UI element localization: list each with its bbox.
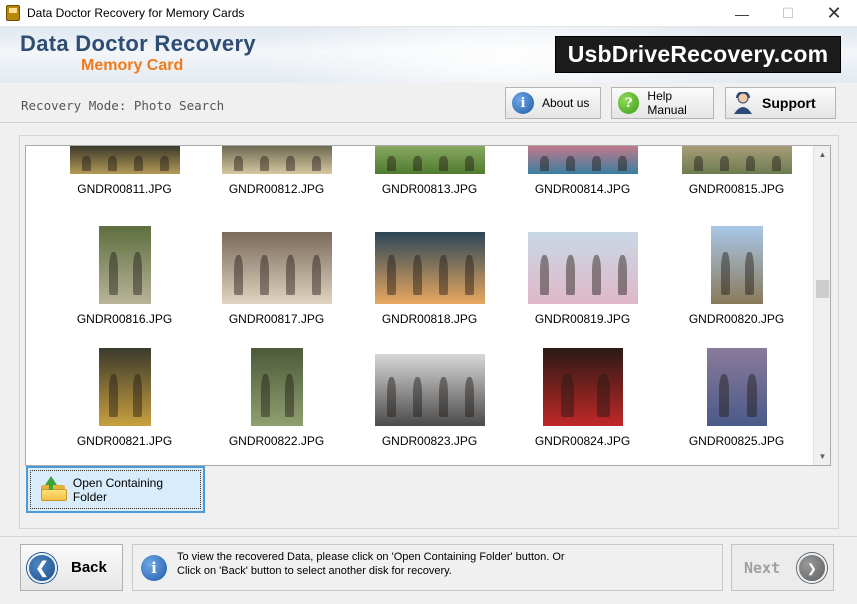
file-name: GNDR00815.JPG <box>688 182 785 196</box>
photo-thumbnail[interactable] <box>375 354 485 426</box>
photo-thumbnail[interactable] <box>222 232 332 304</box>
site-logo: UsbDriveRecovery.com <box>555 36 841 73</box>
file-name: GNDR00823.JPG <box>381 434 478 448</box>
thumbnail-item[interactable]: GNDR00823.JPG <box>353 346 506 465</box>
window-title: Data Doctor Recovery for Memory Cards <box>27 6 245 20</box>
info-line-2: Click on 'Back' button to select another… <box>177 565 452 577</box>
thumbnail-item[interactable]: GNDR00819.JPG <box>506 224 659 344</box>
minimize-button[interactable]: — <box>719 0 765 27</box>
about-us-button[interactable]: i About us <box>505 87 601 119</box>
vertical-scrollbar[interactable]: ▲ ▼ <box>813 146 830 465</box>
thumbnail-item[interactable]: GNDR00825.JPG <box>660 346 813 465</box>
file-name: GNDR00811.JPG <box>77 182 172 196</box>
info-message-box: i To view the recovered Data, please cli… <box>132 544 723 591</box>
thumbnail-grid[interactable]: GNDR00811.JPG GNDR00812.JPG GNDR00813.JPG G… <box>25 145 831 466</box>
next-arrow-icon: ❯ <box>797 553 827 583</box>
photo-thumbnail[interactable] <box>543 348 623 426</box>
thumbnail-item[interactable]: GNDR00822.JPG <box>200 346 353 465</box>
file-name: GNDR00819.JPG <box>534 312 631 326</box>
support-button[interactable]: Support <box>725 87 836 119</box>
close-button[interactable]: ✕ <box>811 0 857 27</box>
help-manual-button[interactable]: ? Help Manual <box>611 87 714 119</box>
photo-thumbnail[interactable] <box>375 232 485 304</box>
scroll-up-arrow-icon[interactable]: ▲ <box>814 146 831 163</box>
back-label: Back <box>71 559 107 576</box>
next-label: Next <box>744 558 781 577</box>
back-arrow-icon: ❮ <box>27 552 57 583</box>
support-label: Support <box>762 95 816 111</box>
thumbnail-item[interactable]: GNDR00816.JPG <box>48 224 201 344</box>
question-icon: ? <box>618 92 640 114</box>
help-manual-label: Help Manual <box>647 89 687 117</box>
file-name: GNDR00814.JPG <box>534 182 631 196</box>
about-us-label: About us <box>542 96 590 110</box>
file-name: GNDR00816.JPG <box>76 312 173 326</box>
photo-thumbnail[interactable] <box>528 232 638 304</box>
next-button[interactable]: Next ❯ <box>731 544 834 591</box>
back-button[interactable]: ❮ Back <box>20 544 123 591</box>
photo-thumbnail[interactable] <box>707 348 767 426</box>
folder-icon <box>39 475 67 502</box>
photo-thumbnail[interactable] <box>99 348 151 426</box>
mode-bar: Recovery Mode: Photo Search i About us ?… <box>0 83 857 123</box>
recovery-mode-label: Recovery Mode: Photo Search <box>21 98 225 113</box>
info-message: To view the recovered Data, please click… <box>177 550 717 578</box>
scroll-down-arrow-icon[interactable]: ▼ <box>814 448 831 465</box>
photo-thumbnail[interactable] <box>222 146 332 174</box>
file-name: GNDR00822.JPG <box>228 434 325 448</box>
thumbnail-item[interactable]: GNDR00818.JPG <box>353 224 506 344</box>
thumbnail-item[interactable]: GNDR00821.JPG <box>48 346 201 465</box>
app-icon <box>6 5 20 21</box>
brand-subtitle: Memory Card <box>81 57 184 74</box>
open-containing-folder-button[interactable]: Open Containing Folder <box>26 466 205 513</box>
brand-title: Data Doctor Recovery <box>20 31 256 56</box>
maximize-button[interactable]: ☐ <box>765 0 811 27</box>
title-bar: Data Doctor Recovery for Memory Cards — … <box>0 0 857 27</box>
file-name: GNDR00818.JPG <box>381 312 478 326</box>
file-name: GNDR00825.JPG <box>688 434 785 448</box>
file-name: GNDR00817.JPG <box>228 312 325 326</box>
file-name: GNDR00820.JPG <box>688 312 785 326</box>
thumbnail-item[interactable]: GNDR00820.JPG <box>660 224 813 344</box>
photo-thumbnail[interactable] <box>375 146 485 174</box>
thumbnail-item[interactable]: GNDR00824.JPG <box>506 346 659 465</box>
photo-thumbnail[interactable] <box>99 226 151 304</box>
photo-thumbnail[interactable] <box>682 146 792 174</box>
photo-thumbnail[interactable] <box>251 348 303 426</box>
open-folder-button-focus: Open Containing Folder <box>30 470 201 509</box>
app-header: Data Doctor Recovery Memory Card UsbDriv… <box>0 27 857 83</box>
file-name: GNDR00813.JPG <box>381 182 478 196</box>
photo-thumbnail[interactable] <box>711 226 763 304</box>
file-name: GNDR00824.JPG <box>534 434 631 448</box>
support-person-icon <box>732 92 754 114</box>
file-name: GNDR00821.JPG <box>76 434 173 448</box>
info-icon: i <box>141 555 167 581</box>
photo-thumbnail[interactable] <box>70 146 180 174</box>
file-name: GNDR00812.JPG <box>228 182 325 196</box>
bottom-separator <box>0 536 857 537</box>
thumbnail-item[interactable]: GNDR00817.JPG <box>200 224 353 344</box>
info-icon: i <box>512 92 534 114</box>
photo-thumbnail[interactable] <box>528 146 638 174</box>
scrollbar-thumb[interactable] <box>816 280 829 298</box>
info-line-1: To view the recovered Data, please click… <box>177 551 565 563</box>
open-folder-label: Open Containing Folder <box>72 475 163 504</box>
